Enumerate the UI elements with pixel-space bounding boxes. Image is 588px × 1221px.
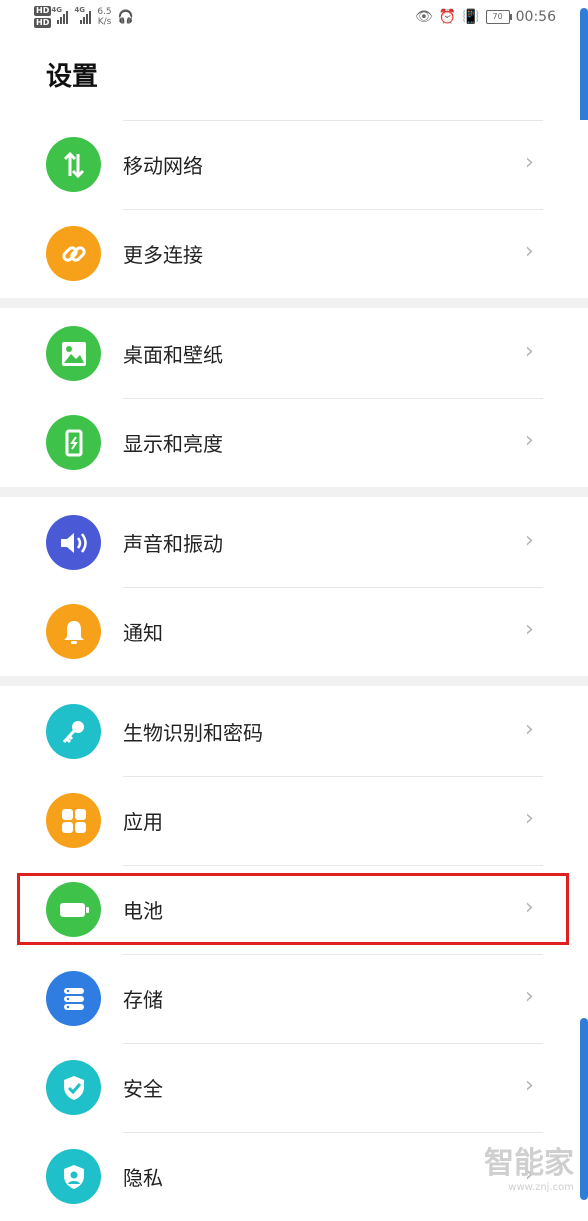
settings-item-more-connections[interactable]: 更多连接 ›	[0, 209, 588, 298]
group-divider	[0, 676, 588, 686]
settings-item-label: 更多连接	[123, 243, 203, 267]
settings-item-storage[interactable]: 存储 ›	[0, 954, 588, 1043]
settings-group-display: 桌面和壁纸 › 显示和亮度 ›	[0, 309, 588, 487]
hd-badge: HD	[34, 18, 52, 28]
settings-item-mobile-network[interactable]: 移动网络 ›	[0, 120, 588, 209]
link-icon	[46, 226, 101, 281]
settings-item-sound-vibration[interactable]: 声音和振动 ›	[0, 498, 588, 587]
sound-icon	[46, 515, 101, 570]
clock: 00:56	[515, 9, 556, 25]
chevron-right-icon: ›	[525, 806, 534, 831]
eye-comfort-icon: 👁	[414, 9, 433, 25]
network-arrows-icon	[46, 137, 101, 192]
display-icon	[46, 415, 101, 470]
settings-item-label: 移动网络	[123, 154, 203, 178]
chevron-right-icon: ›	[525, 984, 534, 1009]
hd-badges: HD HD	[34, 6, 52, 28]
wallpaper-icon	[46, 326, 101, 381]
chevron-right-icon: ›	[525, 428, 534, 453]
vibrate-icon: 📳	[462, 9, 480, 25]
page-title: 设置	[46, 62, 99, 92]
key-icon	[46, 704, 101, 759]
settings-item-label: 生物识别和密码	[123, 721, 263, 745]
bell-icon	[46, 604, 101, 659]
settings-group-sound: 声音和振动 › 通知 ›	[0, 498, 588, 676]
settings-item-label: 安全	[123, 1077, 163, 1101]
group-divider	[0, 487, 588, 497]
settings-item-label: 显示和亮度	[123, 432, 223, 456]
battery-indicator: 70	[485, 10, 512, 24]
privacy-shield-icon	[46, 1149, 101, 1204]
settings-item-biometrics-password[interactable]: 生物识别和密码 ›	[0, 687, 588, 776]
highlight-box	[17, 873, 569, 945]
settings-item-label: 隐私	[123, 1166, 163, 1190]
chevron-right-icon: ›	[525, 1073, 534, 1098]
alarm-icon: ⏰	[438, 9, 457, 25]
signal-icon: 4G	[74, 6, 92, 24]
chevron-right-icon: ›	[525, 150, 534, 175]
settings-item-label: 应用	[123, 810, 163, 834]
settings-item-wallpaper[interactable]: 桌面和壁纸 ›	[0, 309, 588, 398]
settings-item-label: 桌面和壁纸	[123, 343, 223, 367]
hd-badge: HD	[34, 6, 52, 16]
group-divider	[0, 298, 588, 308]
settings-item-label: 声音和振动	[123, 532, 223, 556]
chevron-right-icon: ›	[525, 717, 534, 742]
watermark: 智能家 www.znj.com	[484, 1146, 574, 1193]
settings-group-connectivity: 移动网络 › 更多连接 ›	[0, 120, 588, 298]
chevron-right-icon: ›	[525, 339, 534, 364]
apps-grid-icon	[46, 793, 101, 848]
settings-item-security[interactable]: 安全 ›	[0, 1043, 588, 1132]
settings-item-display-brightness[interactable]: 显示和亮度 ›	[0, 398, 588, 487]
settings-item-label: 通知	[123, 621, 163, 645]
scroll-indicator-bottom	[580, 1018, 588, 1200]
storage-icon	[46, 971, 101, 1026]
network-speed: 6.5 K/s	[97, 7, 112, 27]
headset-icon: 🎧	[117, 9, 134, 25]
shield-check-icon	[46, 1060, 101, 1115]
settings-item-label: 存储	[123, 988, 163, 1012]
chevron-right-icon: ›	[525, 528, 534, 553]
chevron-right-icon: ›	[525, 617, 534, 642]
settings-item-notifications[interactable]: 通知 ›	[0, 587, 588, 676]
settings-item-apps[interactable]: 应用 ›	[0, 776, 588, 865]
signal-icon: 4G	[51, 6, 69, 24]
status-bar: HD HD 4G 4G 6.5 K/s 🎧 👁 ⏰ 📳 70 00:56	[0, 0, 588, 36]
chevron-right-icon: ›	[525, 239, 534, 264]
